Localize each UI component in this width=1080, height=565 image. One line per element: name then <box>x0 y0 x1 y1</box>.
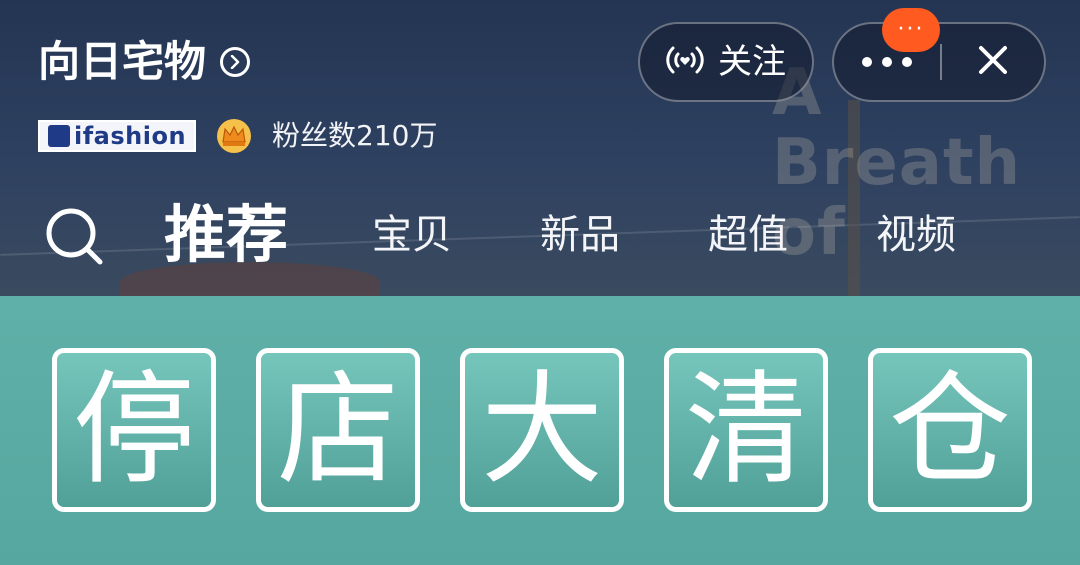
search-icon[interactable] <box>44 206 106 268</box>
banner-char: 仓 <box>868 348 1032 512</box>
store-name: 向日宅物 <box>38 37 207 86</box>
close-button[interactable] <box>942 24 1044 100</box>
banner-char: 大 <box>460 348 624 512</box>
crown-icon <box>216 118 252 154</box>
banner-char: 店 <box>256 348 420 512</box>
tab-new[interactable]: 新品 <box>540 190 620 280</box>
ifashion-badge-label: ifashion <box>74 122 187 150</box>
chevron-right-circle-icon <box>220 47 251 77</box>
store-tabs: 推荐 宝贝 新品 超值 视频 <box>0 190 1080 280</box>
notification-badge: ··· <box>882 8 940 52</box>
follow-label: 关注 <box>718 42 786 82</box>
live-broadcast-icon <box>664 43 706 81</box>
store-meta: ifashion 粉丝数210万 <box>38 118 438 154</box>
follow-button[interactable]: 关注 <box>638 22 814 102</box>
store-name-link[interactable]: 向日宅物 <box>38 36 251 88</box>
banner-char: 清 <box>664 348 828 512</box>
close-icon <box>977 44 1009 80</box>
tab-recommend[interactable]: 推荐 <box>164 190 288 280</box>
store-header: A Breath of 向日宅物 ifashion <box>0 0 1080 296</box>
more-dots-icon <box>861 53 913 72</box>
tab-videos[interactable]: 视频 <box>876 190 956 280</box>
fans-count: 粉丝数210万 <box>272 119 438 152</box>
clearance-banner[interactable]: 停 店 大 清 仓 <box>0 296 1080 565</box>
banner-char: 停 <box>52 348 216 512</box>
ifashion-badge: ifashion <box>38 120 197 152</box>
ifashion-logo-icon <box>48 125 70 147</box>
store-screen: A Breath of 向日宅物 ifashion <box>0 0 1080 565</box>
tab-products[interactable]: 宝贝 <box>372 190 452 280</box>
tab-deals[interactable]: 超值 <box>708 190 788 280</box>
